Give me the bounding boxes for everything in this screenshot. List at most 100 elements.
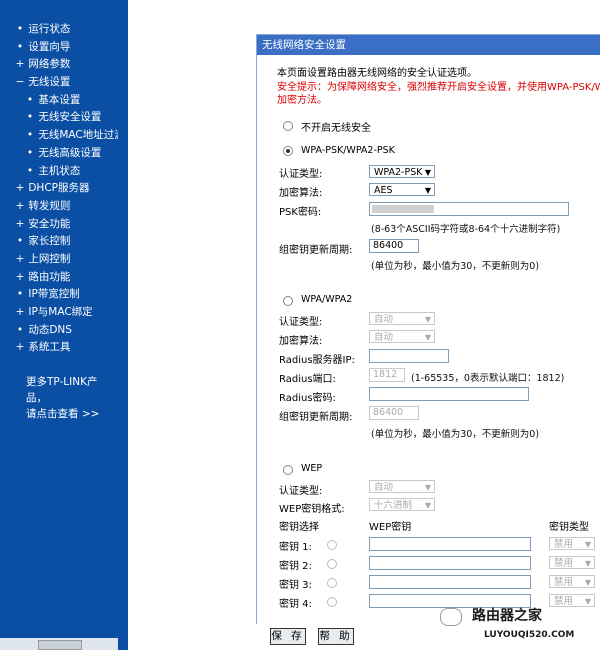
wep-key-radio[interactable]: [327, 597, 337, 607]
sidebar-item-label: IP与MAC绑定: [28, 306, 93, 318]
sidebar-item[interactable]: + 上网控制: [0, 251, 118, 269]
wpa-rekey-value: 86400: [373, 407, 404, 418]
wep-col-select: 密钥选择: [279, 522, 319, 533]
nav-marker-icon: •: [16, 288, 24, 301]
wep-key-label: 密钥 2:: [279, 561, 312, 572]
sidebar-item[interactable]: + 网络参数: [0, 56, 118, 74]
sidebar-item[interactable]: + 系统工具: [0, 339, 118, 357]
sidebar-item[interactable]: • 无线MAC地址过滤: [0, 127, 125, 145]
nav-marker-icon: −: [15, 76, 25, 89]
wpa-radio[interactable]: [283, 296, 293, 306]
wpa-rekey-label: 组密钥更新周期:: [279, 412, 353, 423]
wep-radio[interactable]: [283, 465, 293, 475]
sidebar-item-label: DHCP服务器: [28, 182, 90, 195]
scrollbar-thumb[interactable]: [38, 640, 82, 650]
wep-key-radio[interactable]: [327, 578, 337, 588]
psk-password-input[interactable]: [369, 202, 569, 216]
psk-auth-select[interactable]: WPA2-PSK ▼: [369, 165, 435, 178]
promo-text: 更多TP-LINK产品，: [26, 376, 98, 404]
wep-key-input[interactable]: [369, 575, 531, 589]
wpa-psk-label: WPA-PSK/WPA2-PSK: [301, 145, 395, 156]
chevron-down-icon: ▼: [584, 540, 591, 549]
wpa-enc-value: 自动: [374, 332, 394, 343]
wpa-rekey-input[interactable]: 86400: [369, 406, 419, 420]
promo-link[interactable]: 请点击查看 >>: [26, 406, 118, 422]
nav-marker-icon: +: [15, 306, 25, 318]
wep-key-input[interactable]: [369, 556, 531, 570]
sidebar-item-label: 主机状态: [38, 164, 81, 177]
sidebar-item-label: IP带宽控制: [28, 288, 80, 301]
sidebar-item[interactable]: + DHCP服务器: [0, 180, 118, 198]
wep-key-radio[interactable]: [327, 540, 337, 550]
wpa-enc-label: 加密算法:: [279, 336, 323, 347]
sidebar-item[interactable]: + IP与MAC绑定: [0, 304, 118, 322]
sidebar-item[interactable]: • 基本设置: [0, 92, 118, 110]
sidebar-item[interactable]: − 无线设置: [0, 74, 118, 92]
wep-auth-label: 认证类型:: [279, 486, 323, 497]
sidebar-item-label: 无线MAC地址过滤: [38, 129, 125, 142]
sidebar-item[interactable]: • 运行状态: [0, 21, 118, 39]
psk-enc-label: 加密算法:: [279, 188, 323, 199]
wpa-auth-label: 认证类型:: [279, 317, 323, 328]
nav-marker-icon: •: [16, 323, 24, 336]
psk-auth-value: WPA2-PSK: [374, 167, 423, 178]
sidebar-item[interactable]: • 设置向导: [0, 39, 118, 57]
nav-marker-icon: •: [26, 146, 34, 159]
radius-port-value: 1812: [373, 369, 398, 380]
sidebar-item[interactable]: • 无线安全设置: [0, 109, 118, 127]
wep-key-radio[interactable]: [327, 559, 337, 569]
wep-auth-select[interactable]: 自动 ▼: [369, 480, 435, 493]
wep-key-type-select[interactable]: 禁用 ▼: [549, 537, 595, 550]
wep-col-key: WEP密钥: [369, 522, 412, 533]
sidebar-item-label: 运行状态: [28, 23, 71, 35]
wpa-auth-select[interactable]: 自动 ▼: [369, 312, 435, 325]
no-security-radio[interactable]: [283, 121, 293, 131]
nav-marker-icon: •: [26, 129, 34, 142]
psk-rekey-input[interactable]: 86400: [369, 239, 419, 253]
sidebar-item[interactable]: • 家长控制: [0, 233, 118, 251]
chevron-down-icon: ▼: [584, 578, 591, 587]
radius-port-input[interactable]: 1812: [369, 368, 405, 382]
nav-marker-icon: •: [16, 235, 24, 248]
wep-format-select[interactable]: 十六进制 ▼: [369, 498, 435, 511]
sidebar-item[interactable]: • 无线高级设置: [0, 145, 118, 163]
sidebar-item-label: 安全功能: [28, 217, 71, 230]
sidebar-item-label: 设置向导: [28, 40, 71, 53]
wpa-enc-select[interactable]: 自动 ▼: [369, 330, 435, 343]
sidebar-item-label: 无线高级设置: [38, 146, 102, 159]
sidebar-item-label: 动态DNS: [28, 323, 72, 336]
radius-port-label: Radius端口:: [279, 374, 336, 385]
save-button[interactable]: 保 存: [270, 628, 306, 645]
chevron-down-icon: ▼: [424, 315, 431, 324]
sidebar-item-label: 上网控制: [28, 252, 71, 265]
psk-password-hint: (8-63个ASCII码字符或8-64个十六进制字符): [371, 224, 561, 235]
wep-key-type-value: 禁用: [554, 596, 574, 607]
watermark-url: LUYOUQI520.COM: [484, 630, 575, 640]
wep-key-type-select[interactable]: 禁用 ▼: [549, 575, 595, 588]
wpa-rekey-hint: (单位为秒，最小值为30，不更新则为0): [371, 429, 540, 440]
wep-key-type-value: 禁用: [554, 577, 574, 588]
nav-marker-icon: +: [15, 217, 25, 230]
sidebar-item[interactable]: • 主机状态: [0, 163, 118, 181]
sidebar-item-label: 系统工具: [28, 341, 71, 354]
horizontal-scrollbar[interactable]: [0, 638, 118, 650]
sidebar-item[interactable]: + 路由功能: [0, 269, 118, 287]
wpa-psk-radio[interactable]: [283, 146, 293, 156]
nav-marker-icon: +: [15, 58, 25, 71]
radius-password-input[interactable]: [369, 387, 529, 401]
wep-key-label: 密钥 1:: [279, 542, 312, 553]
wpa-auth-value: 自动: [374, 314, 394, 325]
sidebar-item[interactable]: + 转发规则: [0, 198, 118, 216]
sidebar-item-label: 家长控制: [28, 235, 71, 248]
sidebar-item[interactable]: • 动态DNS: [0, 322, 118, 340]
psk-enc-select[interactable]: AES ▼: [369, 183, 435, 196]
wep-key-type-select[interactable]: 禁用 ▼: [549, 556, 595, 569]
sidebar-item[interactable]: • IP带宽控制: [0, 286, 118, 304]
nav-marker-icon: +: [15, 182, 25, 195]
nav-marker-icon: •: [26, 93, 34, 106]
help-button[interactable]: 帮 助: [318, 628, 354, 645]
wep-key-type-select[interactable]: 禁用 ▼: [549, 594, 595, 607]
radius-ip-input[interactable]: [369, 349, 449, 363]
wep-key-input[interactable]: [369, 537, 531, 551]
sidebar-item[interactable]: + 安全功能: [0, 216, 118, 234]
